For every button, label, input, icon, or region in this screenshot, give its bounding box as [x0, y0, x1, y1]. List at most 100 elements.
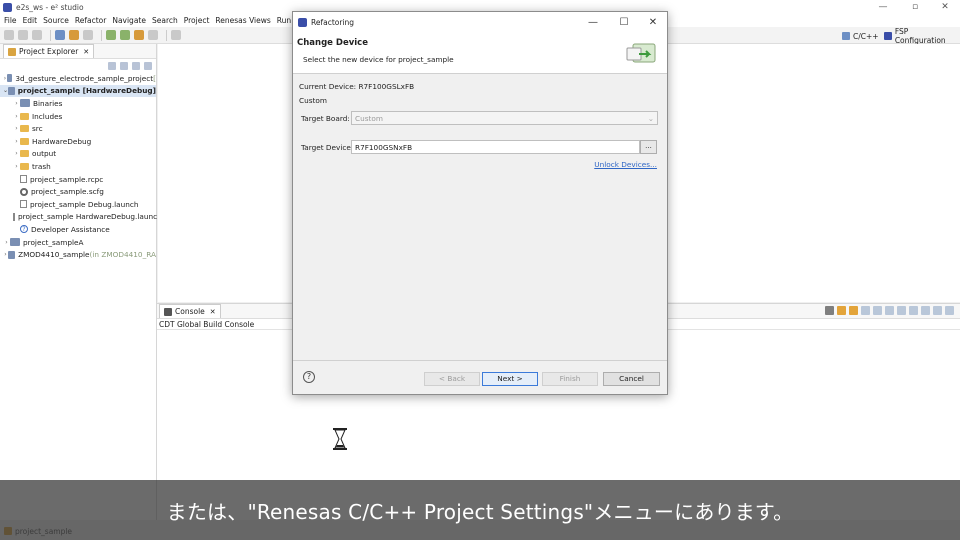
tree-item-label: 3d_gesture_electrode_sample_project — [15, 73, 154, 83]
debug-icon[interactable] — [106, 30, 116, 40]
tree-item[interactable]: project_sample HardwareDebug.launc — [0, 211, 158, 224]
menu-item-file[interactable]: File — [4, 16, 17, 25]
menu-item-renesas-views[interactable]: Renesas Views — [215, 16, 270, 25]
maximize-view-icon[interactable] — [945, 306, 954, 315]
word-wrap-icon[interactable] — [873, 306, 882, 315]
explorer-tab-bar: Project Explorer ✕ — [0, 44, 156, 59]
search-icon[interactable] — [171, 30, 181, 40]
tree-item-label: Binaries — [33, 98, 63, 108]
folder-icon — [20, 125, 29, 133]
gear-icon — [20, 187, 28, 196]
save-icon[interactable] — [18, 30, 28, 40]
tree-item[interactable]: › trash — [0, 160, 156, 173]
folder-icon — [20, 162, 29, 170]
new-icon[interactable] — [4, 30, 14, 40]
display-console-icon[interactable] — [909, 306, 918, 315]
close-tab-icon[interactable]: ✕ — [210, 308, 216, 316]
save-all-icon[interactable] — [32, 30, 42, 40]
tree-item-label: project_sampleA — [23, 237, 84, 247]
tree-item[interactable]: › src — [0, 122, 156, 135]
tree-item[interactable]: ? Developer Assistance — [0, 223, 156, 236]
tree-item-label: trash — [32, 161, 51, 171]
next-button[interactable]: Next > — [482, 372, 538, 386]
perspective-cpp[interactable]: C/C++ — [842, 30, 879, 42]
filter-icon[interactable] — [132, 61, 140, 70]
dialog-maximize-button[interactable]: ☐ — [611, 15, 637, 29]
link-editor-icon[interactable] — [120, 61, 128, 70]
expand-toggle-icon[interactable]: › — [13, 100, 20, 107]
next-error-icon[interactable] — [849, 306, 858, 315]
hourglass-icon — [333, 428, 347, 450]
project-icon — [10, 238, 20, 247]
tab-console[interactable]: Console ✕ — [159, 304, 221, 318]
minimize-view-icon[interactable] — [933, 306, 942, 315]
expand-toggle-icon[interactable]: › — [13, 163, 20, 170]
browse-device-button[interactable]: ... — [640, 140, 657, 154]
tree-item[interactable]: › Includes — [0, 110, 156, 123]
includes-icon — [20, 112, 29, 120]
tree-item[interactable]: › project_sampleA — [0, 236, 156, 249]
expand-toggle-icon[interactable]: › — [13, 150, 20, 157]
tree-item[interactable]: project_sample Debug.launch — [0, 198, 156, 211]
maximize-button[interactable]: ▫ — [900, 0, 930, 14]
tree-item[interactable]: ⌄ project_sample [HardwareDebug] — [0, 84, 156, 98]
hammer-icon[interactable] — [69, 30, 79, 40]
target-board-select[interactable]: Custom ⌄ — [351, 111, 658, 125]
back-button[interactable]: < Back — [424, 372, 480, 386]
tree-item-label: project_sample HardwareDebug.launc — [18, 212, 158, 222]
project-icon — [6, 74, 13, 83]
expand-toggle-icon[interactable]: › — [3, 239, 10, 246]
wizard-body: Current Device: R7F100GSLxFB Custom Targ… — [293, 74, 667, 362]
menu-item-run[interactable]: Run — [277, 16, 291, 25]
dialog-minimize-button[interactable]: — — [580, 15, 606, 29]
help-icon: ? — [20, 225, 28, 234]
help-button[interactable]: ? — [303, 371, 315, 383]
menu-item-search[interactable]: Search — [152, 16, 178, 25]
menu-item-navigate[interactable]: Navigate — [112, 16, 146, 25]
tree-item[interactable]: › HardwareDebug — [0, 135, 156, 148]
target-device-input[interactable]: R7F100GSNxFB — [351, 140, 640, 154]
build-icon[interactable] — [55, 30, 65, 40]
expand-toggle-icon[interactable]: › — [13, 138, 20, 145]
cancel-button[interactable]: Cancel — [603, 372, 660, 386]
menu-item-project[interactable]: Project — [184, 16, 210, 25]
tree-item[interactable]: › ZMOD4410_sample (in ZMOD4410_RA — [0, 248, 156, 261]
open-type-icon[interactable] — [148, 30, 158, 40]
ide-window: e2s_ws - e² studio — ▫ ✕ File Edit Source R… — [0, 0, 960, 540]
tree-item[interactable]: › Binaries — [0, 97, 156, 110]
clear-console-icon[interactable] — [885, 306, 894, 315]
tree-item[interactable]: project_sample.rcpc — [0, 173, 156, 186]
minimize-button[interactable]: — — [868, 0, 898, 14]
open-console-icon[interactable] — [921, 306, 930, 315]
expand-toggle-icon[interactable]: › — [13, 113, 20, 120]
scroll-lock-icon[interactable] — [861, 306, 870, 315]
prev-error-icon[interactable] — [837, 306, 846, 315]
finish-button[interactable]: Finish — [542, 372, 598, 386]
tree-item[interactable]: › 3d_gesture_electrode_sample_project [ — [0, 72, 156, 85]
print-icon[interactable] — [83, 30, 93, 40]
menu-item-source[interactable]: Source — [43, 16, 69, 25]
unlock-devices-link[interactable]: Unlock Devices... — [594, 160, 657, 169]
window-title: e2s_ws - e² studio — [16, 2, 84, 12]
project-tree: › 3d_gesture_electrode_sample_project [⌄ p… — [0, 72, 158, 261]
pin-console-icon[interactable] — [897, 306, 906, 315]
tab-project-explorer[interactable]: Project Explorer ✕ — [3, 44, 95, 58]
collapse-all-icon[interactable] — [108, 61, 116, 70]
toolbar-separator — [166, 29, 167, 41]
tree-item-label: project_sample Debug.launch — [30, 199, 139, 209]
external-tools-icon[interactable] — [134, 30, 144, 40]
view-menu-icon[interactable] — [144, 61, 152, 70]
menu-item-edit[interactable]: Edit — [23, 16, 38, 25]
expand-toggle-icon[interactable]: › — [13, 125, 20, 132]
run-icon[interactable] — [120, 30, 130, 40]
tree-item-label: project_sample [HardwareDebug] — [17, 86, 156, 96]
close-tab-icon[interactable]: ✕ — [83, 48, 89, 56]
perspective-fsp[interactable]: FSP Configuration — [884, 27, 960, 45]
dialog-close-button[interactable]: ✕ — [640, 15, 666, 29]
wizard-heading: Change Device — [297, 38, 368, 48]
remove-launch-icon[interactable] — [825, 306, 834, 315]
menu-item-refactor[interactable]: Refactor — [75, 16, 106, 25]
close-window-button[interactable]: ✕ — [930, 0, 960, 14]
tree-item[interactable]: › output — [0, 148, 156, 161]
tree-item[interactable]: project_sample.scfg — [0, 185, 156, 198]
